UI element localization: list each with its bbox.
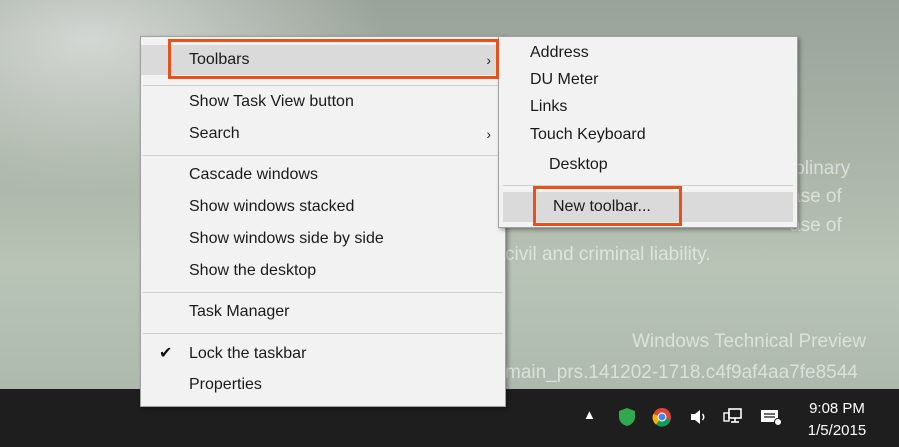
menu-item-label: Show windows stacked: [189, 198, 355, 215]
taskbar-context-menu: Toolbars › Show Task View button Search …: [140, 36, 506, 407]
chevron-up-icon[interactable]: ▲: [583, 407, 596, 422]
menu-item-label: Task Manager: [189, 303, 290, 320]
shield-icon[interactable]: [618, 407, 636, 432]
menu-item-label: Cascade windows: [189, 166, 318, 183]
submenu-item-label: Desktop: [549, 156, 608, 173]
menu-item-label: Properties: [189, 376, 262, 393]
clock-date[interactable]: 1/5/2015: [797, 422, 877, 439]
menu-separator: [143, 85, 503, 86]
checkmark-icon: ✔: [159, 345, 173, 362]
wallpaper-text: civil and criminal liability.: [505, 244, 711, 265]
wallpaper-text: main_prs.141202-1718.c4f9af4aa7fe8544: [505, 362, 858, 383]
submenu-item-touch-keyboard[interactable]: Touch Keyboard: [499, 121, 797, 148]
menu-item-search[interactable]: Search ›: [141, 119, 505, 149]
submenu-item-label: Touch Keyboard: [530, 126, 646, 143]
menu-item-show-windows-stacked[interactable]: Show windows stacked: [141, 192, 505, 222]
menu-item-label: Lock the taskbar: [189, 345, 307, 362]
menu-separator: [143, 155, 503, 156]
chrome-icon[interactable]: [652, 407, 672, 432]
submenu-item-links[interactable]: Links: [499, 93, 797, 120]
wallpaper-text: iplinary: [790, 158, 851, 179]
chevron-right-icon: ›: [486, 126, 491, 142]
volume-icon[interactable]: [689, 407, 709, 432]
menu-item-lock-the-taskbar[interactable]: ✔ Lock the taskbar: [141, 339, 505, 369]
submenu-item-label: DU Meter: [530, 71, 599, 88]
submenu-item-label: Address: [530, 44, 589, 61]
highlight-box-toolbars: [168, 39, 499, 79]
wallpaper-text: Windows Technical Preview: [632, 331, 867, 352]
menu-item-task-manager[interactable]: Task Manager: [141, 297, 505, 327]
menu-item-show-windows-side-by-side[interactable]: Show windows side by side: [141, 224, 505, 254]
notification-icon[interactable]: [760, 407, 782, 432]
submenu-item-address[interactable]: Address: [499, 39, 797, 66]
menu-separator: [143, 333, 503, 334]
menu-item-show-task-view-button[interactable]: Show Task View button: [141, 87, 505, 117]
submenu-item-label: Links: [530, 98, 568, 115]
highlight-box-new-toolbar: [533, 186, 682, 226]
clock-time[interactable]: 9:08 PM: [797, 400, 877, 417]
submenu-item-du-meter[interactable]: DU Meter: [499, 66, 797, 93]
network-icon[interactable]: [722, 407, 744, 432]
menu-item-cascade-windows[interactable]: Cascade windows: [141, 160, 505, 190]
menu-item-label: Show Task View button: [189, 93, 354, 110]
submenu-item-desktop[interactable]: Desktop: [499, 150, 797, 180]
menu-item-show-the-desktop[interactable]: Show the desktop: [141, 256, 505, 286]
menu-item-properties[interactable]: Properties: [141, 370, 505, 400]
menu-item-label: Show windows side by side: [189, 230, 384, 247]
menu-item-label: Search: [189, 125, 240, 142]
menu-separator: [143, 292, 503, 293]
menu-item-label: Show the desktop: [189, 262, 317, 279]
